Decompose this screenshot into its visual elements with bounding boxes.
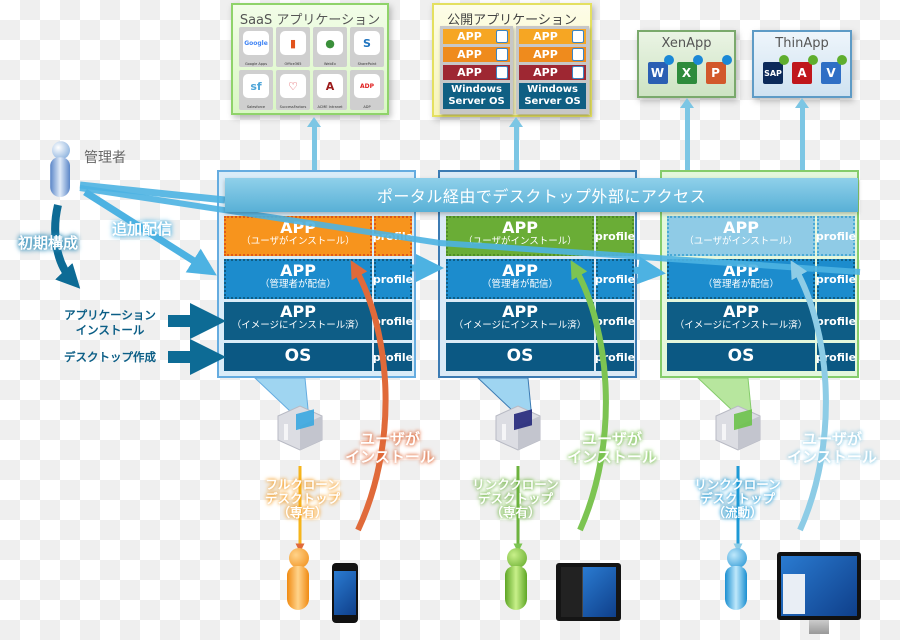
desktop-monitor-icon xyxy=(777,552,861,640)
admin-person-icon xyxy=(48,141,75,199)
smartphone-icon xyxy=(332,563,358,623)
app-install-label: アプリケーション インストール xyxy=(64,308,156,337)
user-install-label: ユーザが インストール xyxy=(787,430,877,466)
user-install-label: ユーザが インストール xyxy=(345,430,435,466)
virtual-machine-icon xyxy=(274,402,326,452)
user-person-icon xyxy=(284,548,314,612)
arrow-col2-to-col3 xyxy=(633,256,666,285)
admin-label: 管理者 xyxy=(84,150,126,166)
tablet-icon xyxy=(556,563,621,621)
virtual-machine-icon xyxy=(492,402,544,452)
user-install-arrow-col2 xyxy=(570,260,609,532)
portal-access-bar: ポータル経由でデスクトップ外部にアクセス xyxy=(225,178,858,212)
user-person-icon xyxy=(722,548,752,612)
user-install-arrow-col1 xyxy=(350,260,389,532)
user-install-arrow-col3 xyxy=(790,260,829,532)
desktop-create-label: デスクトップ作成 xyxy=(64,350,156,364)
user-install-label: ユーザが インストール xyxy=(567,430,657,466)
user-person-icon xyxy=(502,548,532,612)
desktop-type-label: リンククローン デスクトップ （専有） xyxy=(472,477,559,520)
additional-delivery-label: 追加配信 xyxy=(112,220,173,238)
desktop-type-label: フルクローン デスクトップ （専有） xyxy=(264,477,340,520)
initial-setup-label: 初期構成 xyxy=(18,234,79,252)
desktop-type-label: リンククローン デスクトップ （流動） xyxy=(694,477,781,520)
virtual-machine-icon xyxy=(712,402,764,452)
